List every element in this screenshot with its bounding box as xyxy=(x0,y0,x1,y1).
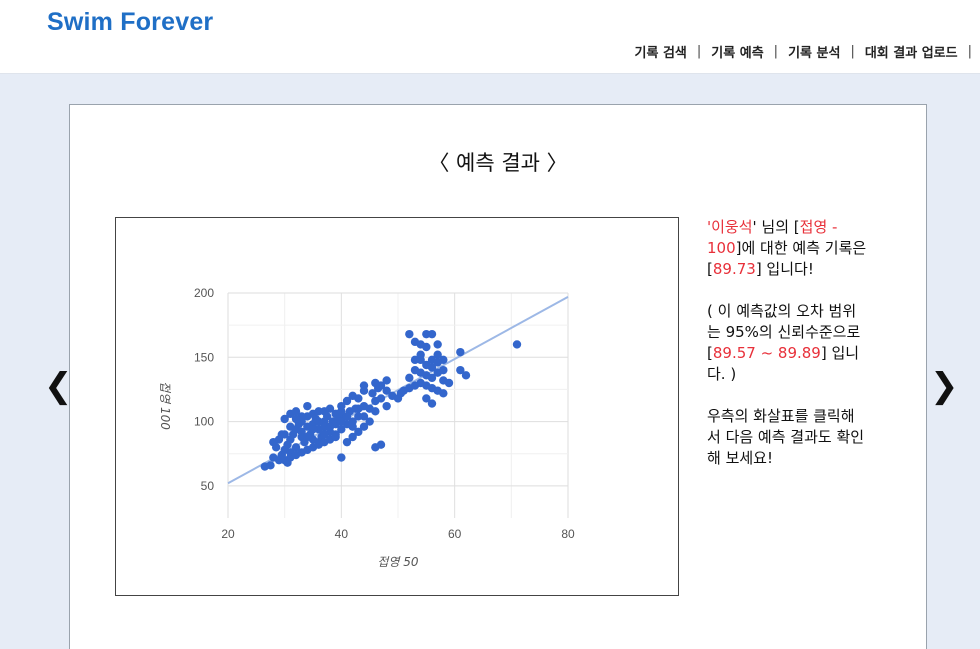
data-point xyxy=(331,432,340,442)
data-point xyxy=(271,443,281,452)
data-point xyxy=(433,340,442,349)
x-tick-label: 20 xyxy=(221,527,235,541)
data-point xyxy=(337,453,346,462)
data-point xyxy=(354,404,363,413)
y-tick-label: 150 xyxy=(194,350,214,364)
scatter-chart: 20 40 60 80 50 100 150 200 접영 50 접영 100 xyxy=(115,217,679,596)
data-point xyxy=(405,329,414,339)
data-point xyxy=(277,430,287,439)
data-point xyxy=(320,407,329,416)
data-point xyxy=(410,355,420,365)
hint-message: 우측의 화살표를 클릭해서 다음 예측 결과도 확인해 보세요! xyxy=(707,407,865,467)
data-point xyxy=(286,422,295,431)
data-point xyxy=(371,407,380,416)
data-point xyxy=(314,417,323,426)
data-point xyxy=(325,422,335,431)
y-axis-label: 접영 100 xyxy=(158,381,172,430)
data-point xyxy=(461,371,471,380)
y-tick-label: 50 xyxy=(201,479,215,493)
data-point xyxy=(376,440,386,449)
confidence-range: 89.57 ~ 89.89 xyxy=(712,344,821,362)
top-bar: Swim Forever 기록 검색 | 기록 예측 | 기록 분석 | 대회 … xyxy=(0,0,980,74)
data-point xyxy=(303,401,312,411)
data-point xyxy=(439,365,448,375)
nav-record-search[interactable]: 기록 검색 xyxy=(625,42,697,61)
logo[interactable]: Swim Forever xyxy=(47,8,213,37)
main-nav: 기록 검색 | 기록 예측 | 기록 분석 | 대회 결과 업로드 | xyxy=(625,42,972,61)
nav-record-analysis[interactable]: 기록 분석 xyxy=(778,42,850,61)
data-point xyxy=(410,381,420,390)
x-tick-label: 40 xyxy=(335,527,349,541)
result-card: 〈 예측 결과 〉 20 40 60 80 50 100 150 200 접영 50 접영 100… xyxy=(69,104,927,649)
data-point xyxy=(427,399,437,408)
predicted-value: 89.73 xyxy=(712,260,756,278)
nav-result-upload[interactable]: 대회 결과 업로드 xyxy=(855,42,968,61)
y-tick-label: 100 xyxy=(194,415,214,429)
data-point xyxy=(354,394,363,403)
msg-part: ' 님의 [ xyxy=(752,218,800,236)
chart-canvas: 20 40 60 80 50 100 150 200 접영 50 접영 100 xyxy=(158,286,575,569)
prediction-message: '이웅석' 님의 [접영 - 100]에 대한 예측 기록은 [89.73] 입… xyxy=(707,217,867,280)
data-point xyxy=(303,432,312,442)
x-tick-label: 80 xyxy=(561,527,575,541)
data-point xyxy=(308,425,318,434)
next-arrow-icon[interactable]: ❯ xyxy=(930,366,959,406)
confidence-message: ( 이 예측값의 오차 범위는 95%의 신뢰수준으로 [89.57 ~ 89.… xyxy=(707,301,867,385)
x-tick-label: 60 xyxy=(448,527,462,541)
data-point xyxy=(382,401,391,411)
data-point xyxy=(512,340,522,349)
msg-part: ] 입니다! xyxy=(755,260,814,278)
data-point xyxy=(439,389,448,398)
nav-record-predict[interactable]: 기록 예측 xyxy=(701,42,773,61)
nav-separator: | xyxy=(967,44,972,59)
data-point xyxy=(376,394,386,403)
data-point xyxy=(308,409,318,419)
x-axis-label: 접영 50 xyxy=(377,555,419,569)
athlete-name: 이웅석 xyxy=(711,218,753,236)
data-point xyxy=(422,342,431,352)
data-point xyxy=(405,373,414,383)
y-tick-label: 200 xyxy=(194,286,214,300)
data-point xyxy=(456,347,465,357)
data-point xyxy=(342,412,352,421)
data-point xyxy=(444,378,454,388)
data-point xyxy=(291,407,301,416)
prediction-info: '이웅석' 님의 [접영 - 100]에 대한 예측 기록은 [89.73] 입… xyxy=(707,217,867,490)
data-point xyxy=(359,422,369,431)
data-point xyxy=(359,381,369,390)
data-point xyxy=(433,358,442,367)
data-point xyxy=(266,461,275,470)
data-point xyxy=(427,329,437,339)
page-title: 〈 예측 결과 〉 xyxy=(428,151,568,175)
